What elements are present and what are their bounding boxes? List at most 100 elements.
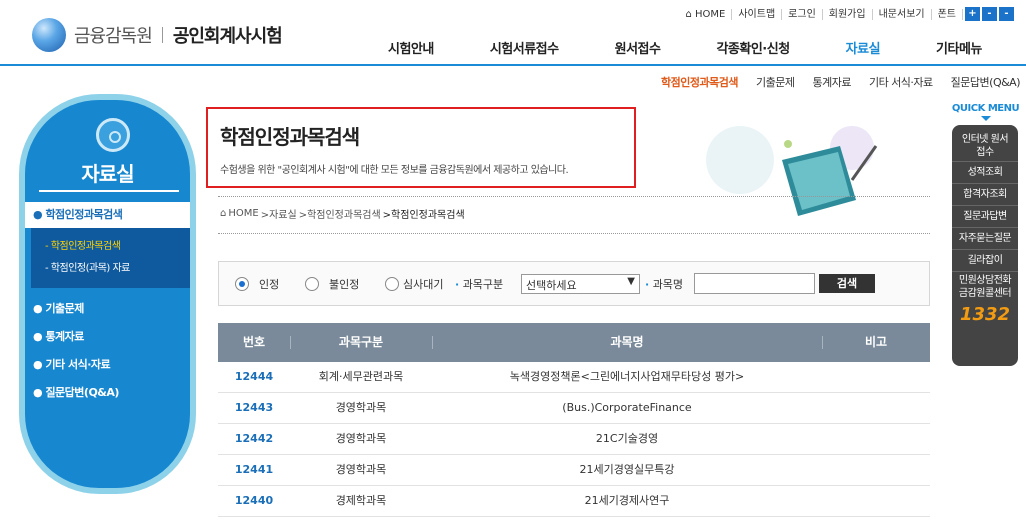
quick-menu: QUICK MENU 인터넷 원서접수 성적조회 합격자조회 질문과답변 자주묻… [950,103,1021,366]
search-button[interactable]: 검색 [819,274,875,293]
sidebar-item-label: 통계자료 [45,330,84,343]
cell-number: 12441 [234,463,274,476]
logo-divider [161,27,163,43]
sidebar-submenu: - 학점인정과목검색 - 학점인정(과목) 자료 [31,228,190,288]
table-row[interactable]: 12444 회계·세무관련과목 녹색경영정책론<그린에너지사업재무타당성 평가> [218,362,930,393]
subject-name-label: · 과목명 [645,278,684,291]
nav-exam-info[interactable]: 시험안내 [388,38,434,57]
cell-note [822,362,930,392]
sidebar-item-past-exams[interactable]: ● 기출문제 [33,300,84,316]
breadcrumb-credit-search[interactable]: >학점인정과목검색 [299,206,381,221]
util-login[interactable]: 로그인 [782,8,823,20]
radio-rejected[interactable] [305,277,319,291]
cell-subject[interactable]: 21세기경제사연구 [432,486,822,516]
util-home[interactable]: ⌂ HOME [679,8,733,20]
radio-approved-label: 인정 [259,278,280,291]
sidebar-item-label: 기출문제 [45,302,84,315]
subject-name-input[interactable] [694,273,815,294]
site-logo[interactable]: 금융감독원 공인회계사시험 [32,18,283,52]
results-table: 번호 과목구분 과목명 비고 12444 회계·세무관련과목 녹색경영정책론<그… [218,323,930,517]
util-sitemap[interactable]: 사이트맵 [732,8,783,20]
quick-menu-title: QUICK MENU [951,103,1020,114]
category-label: · 과목구분 [455,278,504,291]
radio-rejected-label: 불인정 [329,278,360,291]
cell-note [822,455,930,485]
subnav-past-exams[interactable]: 기출문제 [756,74,795,90]
cell-subject[interactable]: 21C기술경영 [432,424,822,454]
breadcrumb-resources[interactable]: >자료실 [261,206,297,221]
col-number: 번호 [242,335,266,349]
cell-note [822,486,930,516]
category-select-value: 선택하세요 [526,279,577,292]
sidebar-subitem-credit-docs[interactable]: - 학점인정(과목) 자료 [31,258,190,280]
sidebar-subitem-label: 학점인정과목검색 [50,241,121,252]
subnav-qna[interactable]: 질문답변(Q&A) [951,74,1021,90]
col-note: 비고 [822,323,930,362]
search-form: 인정 불인정 심사대기 · 과목구분 선택하세요 ▼ · 과목명 검색 [218,261,930,306]
sidebar-item-qna[interactable]: ● 질문답변(Q&A) [33,384,119,400]
divider [218,196,930,197]
page: 금융감독원 공인회계사시험 ⌂ HOME 사이트맵 로그인 회원가입 내문서보기… [0,0,1026,523]
radio-pending[interactable] [385,277,399,291]
cell-category: 경영학과목 [335,401,387,414]
sidebar-item-forms[interactable]: ● 기타 서식·자료 [33,356,111,372]
radio-pending-label: 심사대기 [403,278,444,291]
cell-subject[interactable]: 21세기경영실무특강 [432,455,822,485]
subnav-statistics[interactable]: 통계자료 [812,74,851,90]
cell-number: 12444 [234,370,274,383]
cell-category: 회계·세무관련과목 [318,370,404,383]
table-row[interactable]: 12440 경제학과목 21세기경제사연구 [218,486,930,517]
quick-score[interactable]: 성적조회 [952,162,1018,184]
cell-note [822,393,930,423]
cell-number: 12443 [234,401,274,414]
col-category: 과목구분 [290,323,432,362]
sidebar-title: 자료실 [81,162,134,186]
quick-faq[interactable]: 자주묻는질문 [952,228,1018,250]
nav-etc[interactable]: 기타메뉴 [936,38,982,57]
quick-qna[interactable]: 질문과답변 [952,206,1018,228]
breadcrumb-home[interactable]: HOME [228,208,258,219]
quick-online-application[interactable]: 인터넷 원서접수 [952,131,1018,162]
category-select[interactable]: 선택하세요 ▼ [521,274,640,294]
cell-category: 경영학과목 [335,463,387,476]
breadcrumb-current: >학점인정과목검색 [382,210,465,221]
font-increase-button[interactable]: + [965,7,980,21]
nav-resources[interactable]: 자료실 [846,38,881,57]
quick-menu-box: 인터넷 원서접수 성적조회 합격자조회 질문과답변 자주묻는질문 길라잡이 민원… [952,125,1018,366]
cell-number: 12442 [234,432,274,445]
subnav-credit-search[interactable]: 학점인정과목검색 [661,74,738,90]
sidebar-subitem-credit-search[interactable]: - 학점인정과목검색 [31,236,190,258]
subnav-forms[interactable]: 기타 서식·자료 [869,74,933,90]
col-subject: 과목명 [432,323,822,362]
cell-subject[interactable]: 녹색경영정책론<그린에너지사업재무타당성 평가> [432,362,822,392]
util-font-label: 폰트 [932,8,963,20]
cell-category: 경영학과목 [335,432,387,445]
quick-callcenter[interactable]: 민원상담전화 금감원콜센터 [952,272,1018,302]
nav-confirm[interactable]: 각종확인·신청 [716,38,790,57]
table-row[interactable]: 12442 경영학과목 21C기술경영 [218,424,930,455]
sidebar-title-line [39,190,179,192]
sidebar-item-label: 기타 서식·자료 [45,358,111,371]
table-header: 번호 과목구분 과목명 비고 [218,323,930,362]
util-join[interactable]: 회원가입 [823,8,873,20]
quick-pass[interactable]: 합격자조회 [952,184,1018,206]
utility-nav: ⌂ HOME 사이트맵 로그인 회원가입 내문서보기 폰트 + - - [679,7,1014,21]
chevron-down-icon: ▼ [627,276,635,287]
sidebar-item-statistics[interactable]: ● 통계자료 [33,328,84,344]
quick-guide[interactable]: 길라잡이 [952,250,1018,272]
nav-exam-docs[interactable]: 시험서류접수 [490,38,559,57]
home-icon: ⌂ [220,208,227,219]
nav-application[interactable]: 원서접수 [615,38,661,57]
util-mydocs[interactable]: 내문서보기 [873,8,932,20]
cell-subject[interactable]: (Bus.)CorporateFinance [432,393,822,423]
table-row[interactable]: 12441 경영학과목 21세기경영실무특강 [218,455,930,486]
sidebar-item-label: 학점인정과목검색 [45,208,123,221]
table-row[interactable]: 12443 경영학과목 (Bus.)CorporateFinance [218,393,930,424]
font-reset-button[interactable]: - [982,7,997,21]
font-decrease-button[interactable]: - [999,7,1014,21]
sidebar-item-credit-search[interactable]: ● 학점인정과목검색 [25,202,190,228]
breadcrumb: ⌂ HOME >자료실 >학점인정과목검색 >학점인정과목검색 [220,206,467,221]
sidebar-item-label: 질문답변(Q&A) [45,386,119,399]
illustration-bubble [706,126,774,194]
radio-approved[interactable] [235,277,249,291]
